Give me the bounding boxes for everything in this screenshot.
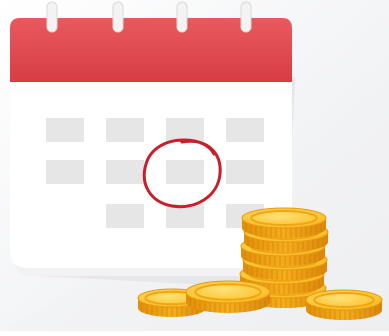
date-cell — [106, 204, 144, 228]
date-cell — [106, 160, 144, 184]
coin-icon — [305, 289, 383, 320]
coin-icon — [185, 280, 271, 313]
illustration-canvas — [0, 0, 389, 331]
calendar-coins-illustration — [0, 0, 389, 331]
date-cell — [46, 118, 84, 142]
date-cell — [226, 118, 264, 142]
date-cell — [46, 160, 84, 184]
coin-icon — [241, 207, 327, 238]
calendar-ring-icon — [176, 1, 188, 33]
calendar-ring-icon — [240, 1, 252, 33]
calendar-ring-icon — [46, 1, 58, 33]
date-cell — [106, 118, 144, 142]
date-cell — [166, 118, 204, 142]
calendar-ring-icon — [112, 1, 124, 33]
marked-date-cell — [166, 160, 204, 184]
date-cell — [226, 160, 264, 184]
